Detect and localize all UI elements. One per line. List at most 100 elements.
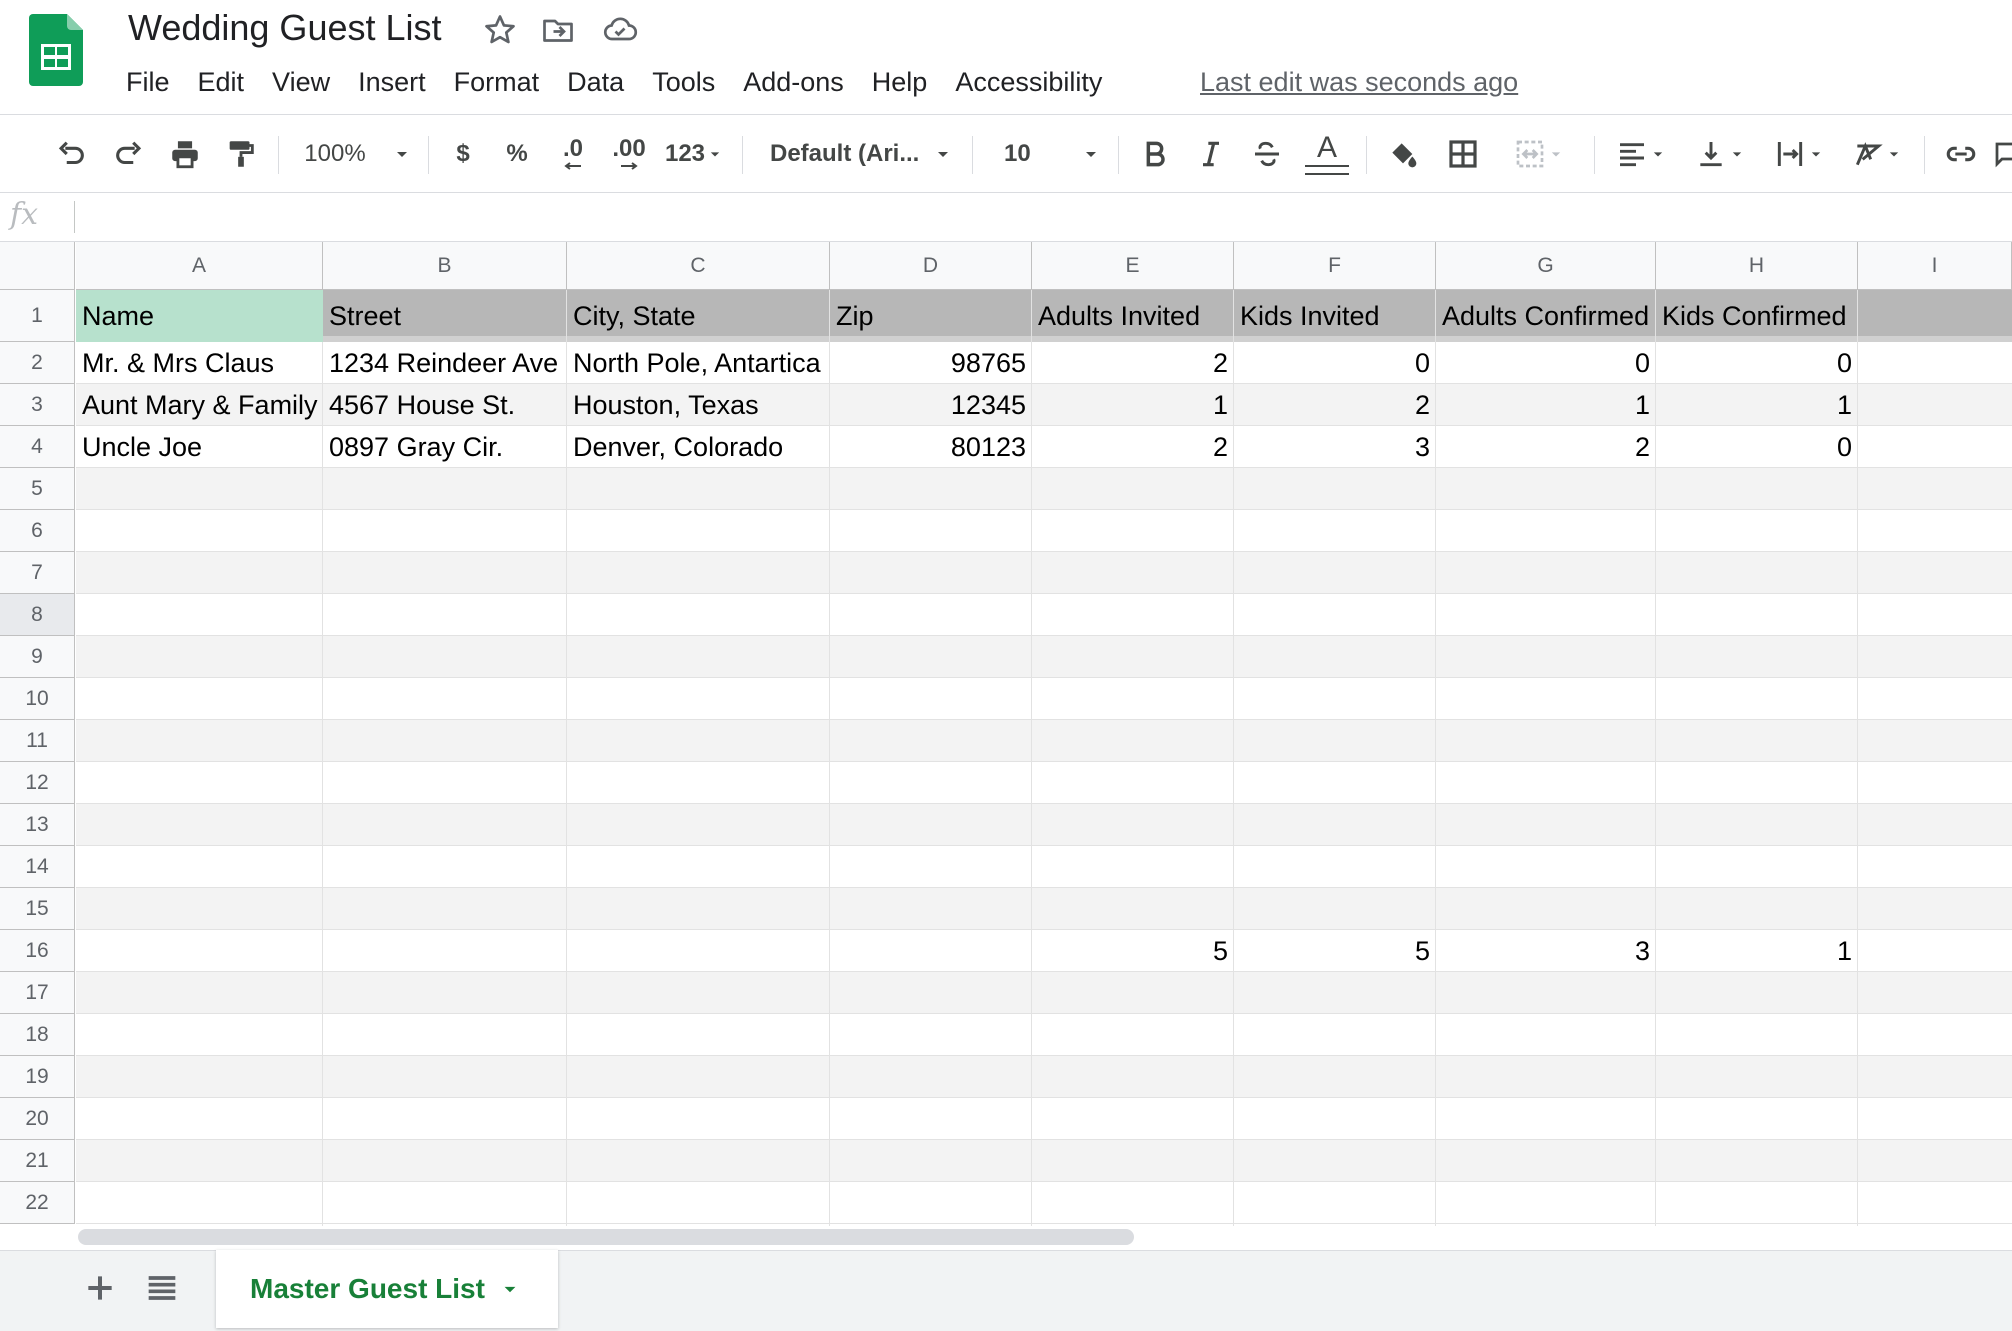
star-icon[interactable]	[482, 12, 518, 48]
header-cell-d[interactable]: Zip	[830, 290, 1032, 342]
row-header-19[interactable]: 19	[0, 1056, 75, 1098]
cell-g3[interactable]: 1	[1436, 385, 1656, 427]
more-formats-button[interactable]: 123	[660, 126, 730, 182]
menu-tools[interactable]: Tools	[652, 67, 715, 98]
redo-icon[interactable]	[106, 126, 152, 182]
print-icon[interactable]	[162, 126, 208, 182]
font-size-select[interactable]: 10	[994, 126, 1106, 182]
select-all-corner[interactable]	[0, 242, 75, 290]
header-cell-b[interactable]: Street	[323, 290, 567, 342]
fill-color-icon[interactable]	[1380, 126, 1426, 182]
row-header-11[interactable]: 11	[0, 720, 75, 762]
menu-accessibility[interactable]: Accessibility	[955, 67, 1102, 98]
header-cell-a[interactable]: Name	[76, 290, 323, 342]
valign-bottom-icon[interactable]	[1688, 126, 1754, 182]
cell-a3[interactable]: Aunt Mary & Family	[76, 385, 323, 427]
row-header-3[interactable]: 3	[0, 384, 75, 426]
merge-cells-icon[interactable]	[1500, 126, 1580, 182]
cell-e3[interactable]: 1	[1032, 385, 1234, 427]
text-rotate-icon[interactable]	[1844, 126, 1912, 182]
zoom-select[interactable]: 100%	[296, 126, 422, 182]
cell-b2[interactable]: 1234 Reindeer Ave	[323, 343, 567, 385]
cell-c2[interactable]: North Pole, Antartica	[567, 343, 830, 385]
cell-d3[interactable]: 12345	[830, 385, 1032, 427]
column-header-g[interactable]: G	[1436, 242, 1656, 290]
row-header-15[interactable]: 15	[0, 888, 75, 930]
decrease-decimal-button[interactable]: .0	[550, 126, 596, 182]
cell-h4[interactable]: 0	[1656, 427, 1858, 469]
row-header-10[interactable]: 10	[0, 678, 75, 720]
header-cell-e[interactable]: Adults Invited	[1032, 290, 1234, 342]
header-cell-g[interactable]: Adults Confirmed	[1436, 290, 1656, 342]
sheet-tab-menu-icon[interactable]	[497, 1276, 523, 1302]
move-folder-icon[interactable]	[540, 12, 576, 48]
strikethrough-icon[interactable]	[1244, 126, 1290, 182]
row-header-8[interactable]: 8	[0, 594, 75, 636]
all-sheets-icon[interactable]	[142, 1268, 182, 1308]
header-cell-h[interactable]: Kids Confirmed	[1656, 290, 1858, 342]
cell-f4[interactable]: 3	[1234, 427, 1436, 469]
cell-e4[interactable]: 2	[1032, 427, 1234, 469]
borders-icon[interactable]	[1440, 126, 1486, 182]
cell-h2[interactable]: 0	[1656, 343, 1858, 385]
italic-icon[interactable]	[1188, 126, 1234, 182]
text-color-icon[interactable]: A	[1300, 126, 1354, 182]
sheets-logo-icon[interactable]	[29, 14, 83, 86]
row-header-16[interactable]: 16	[0, 930, 75, 972]
row-header-4[interactable]: 4	[0, 426, 75, 468]
last-edit-link[interactable]: Last edit was seconds ago	[1200, 62, 1518, 102]
row-header-1[interactable]: 1	[0, 290, 75, 342]
cell-f2[interactable]: 0	[1234, 343, 1436, 385]
bold-icon[interactable]	[1132, 126, 1178, 182]
cell-b3[interactable]: 4567 House St.	[323, 385, 567, 427]
menu-view[interactable]: View	[272, 67, 330, 98]
menu-format[interactable]: Format	[454, 67, 540, 98]
cell-d2[interactable]: 98765	[830, 343, 1032, 385]
total-cell-g16[interactable]: 3	[1436, 931, 1656, 973]
header-cell-f[interactable]: Kids Invited	[1234, 290, 1436, 342]
column-header-a[interactable]: A	[76, 242, 323, 290]
menu-help[interactable]: Help	[872, 67, 928, 98]
row-header-7[interactable]: 7	[0, 552, 75, 594]
row-header-6[interactable]: 6	[0, 510, 75, 552]
cell-b4[interactable]: 0897 Gray Cir.	[323, 427, 567, 469]
row-header-21[interactable]: 21	[0, 1140, 75, 1182]
row-header-22[interactable]: 22	[0, 1182, 75, 1224]
menu-data[interactable]: Data	[567, 67, 624, 98]
menu-file[interactable]: File	[126, 67, 170, 98]
column-header-f[interactable]: F	[1234, 242, 1436, 290]
column-header-d[interactable]: D	[830, 242, 1032, 290]
total-cell-h16[interactable]: 1	[1656, 931, 1858, 973]
formula-bar[interactable]: fx	[0, 192, 2012, 242]
cell-a4[interactable]: Uncle Joe	[76, 427, 323, 469]
undo-icon[interactable]	[48, 126, 94, 182]
menu-edit[interactable]: Edit	[198, 67, 245, 98]
row-header-17[interactable]: 17	[0, 972, 75, 1014]
font-family-select[interactable]: Default (Ari...	[770, 126, 956, 182]
cell-g2[interactable]: 0	[1436, 343, 1656, 385]
horizontal-scrollbar[interactable]	[78, 1229, 1134, 1245]
cell-c3[interactable]: Houston, Texas	[567, 385, 830, 427]
row-header-9[interactable]: 9	[0, 636, 75, 678]
cell-g4[interactable]: 2	[1436, 427, 1656, 469]
spreadsheet-grid[interactable]: A B C D E F G H I 1 2 3 4 5 6 7 8 9 10 11 12 13 14 15 16 17 18 19 20…	[0, 242, 2012, 1226]
cell-e2[interactable]: 2	[1032, 343, 1234, 385]
column-header-c[interactable]: C	[567, 242, 830, 290]
column-header-h[interactable]: H	[1656, 242, 1858, 290]
document-title[interactable]: Wedding Guest List	[128, 4, 442, 52]
column-header-i[interactable]: I	[1858, 242, 2012, 290]
cell-a2[interactable]: Mr. & Mrs Claus	[76, 343, 323, 385]
cloud-saved-icon[interactable]	[602, 12, 638, 48]
cell-h3[interactable]: 1	[1656, 385, 1858, 427]
row-header-13[interactable]: 13	[0, 804, 75, 846]
currency-format-button[interactable]: $	[440, 126, 486, 182]
cell-d4[interactable]: 80123	[830, 427, 1032, 469]
row-header-5[interactable]: 5	[0, 468, 75, 510]
percent-format-button[interactable]: %	[494, 126, 540, 182]
row-header-12[interactable]: 12	[0, 762, 75, 804]
comment-icon[interactable]	[1992, 126, 2012, 182]
row-header-2[interactable]: 2	[0, 342, 75, 384]
increase-decimal-button[interactable]: .00	[604, 126, 654, 182]
align-left-icon[interactable]	[1606, 126, 1678, 182]
paint-format-icon[interactable]	[218, 126, 264, 182]
